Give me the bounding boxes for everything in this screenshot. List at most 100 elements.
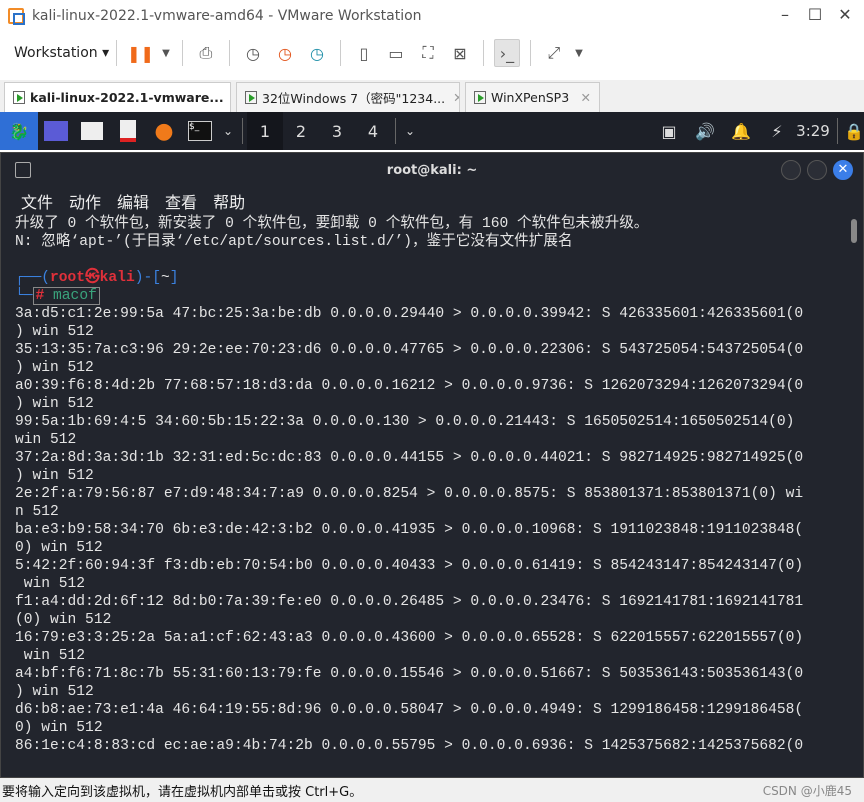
fullscreen-icon[interactable]: ⛶ [415, 39, 441, 67]
output-line: ) win 512 [15, 684, 94, 700]
terminal-window[interactable]: root@kali: ~ ✕ 文件 动作 编辑 查看 帮助 升级了 0 个软件包… [0, 152, 864, 778]
output-line: ) win 512 [15, 468, 94, 484]
command-text: macof [53, 288, 97, 304]
workspace-2[interactable]: 2 [283, 112, 319, 150]
close-button[interactable]: ✕ [830, 5, 860, 24]
output-line: a4:bf:f6:71:8c:7b 55:31:60:13:79:fe 0.0.… [15, 666, 804, 682]
minimize-button[interactable]: – [770, 5, 800, 24]
divider [529, 40, 531, 66]
menu-edit[interactable]: 编辑 [117, 189, 149, 213]
network-icon[interactable]: ▣ [651, 112, 687, 150]
chevron-down-icon[interactable]: ⌄ [400, 112, 420, 150]
divider [116, 40, 118, 66]
prompt-dir: ~ [160, 270, 170, 286]
output-line: d6:b8:ae:73:e1:4a 46:64:19:55:8d:96 0.0.… [15, 702, 804, 718]
terminal-menubar: 文件 动作 编辑 查看 帮助 [1, 187, 863, 215]
stretch-icon[interactable]: ⤢ [541, 39, 567, 67]
prompt-at: ㉿ [85, 270, 100, 286]
console-view-icon[interactable]: ›_ [493, 39, 520, 67]
prompt-line: ┌──(root㉿kali)-[~] [15, 270, 179, 286]
power-icon[interactable]: ⚡ [759, 112, 795, 150]
volume-icon[interactable]: 🔊 [687, 112, 723, 150]
close-terminal-button[interactable]: ✕ [833, 160, 853, 180]
output-line: 99:5a:1b:69:4:5 34:60:5b:15:22:3a 0.0.0.… [15, 414, 795, 430]
file-manager-icon[interactable] [74, 112, 110, 150]
terminal-scrollbar[interactable] [851, 219, 857, 243]
pause-icon[interactable]: ❚❚ [127, 39, 154, 67]
terminal-header: root@kali: ~ ✕ [1, 153, 863, 187]
close-tab-icon[interactable]: ✕ [453, 90, 459, 105]
menu-actions[interactable]: 动作 [69, 189, 101, 213]
output-line: 37:2a:8d:3a:3d:1b 32:31:ed:5c:dc:83 0.0.… [15, 450, 804, 466]
workspace-3[interactable]: 3 [319, 112, 355, 150]
maximize-terminal-button[interactable] [807, 160, 827, 180]
workstation-menu[interactable]: Workstation ▾ [14, 45, 109, 61]
output-line: ) win 512 [15, 324, 94, 340]
divider [181, 40, 183, 66]
snapshot-icon[interactable]: ◷ [240, 39, 266, 67]
library-view-icon[interactable]: ▯ [351, 39, 377, 67]
unity-icon[interactable]: ⊠ [447, 39, 473, 67]
watermark: CSDN @小鹿45 [762, 784, 852, 798]
vmware-logo-icon [8, 8, 25, 25]
tab-label: 32位Windows 7（密码"1234... [262, 91, 446, 106]
workspace-1[interactable]: 1 [247, 112, 283, 150]
maximize-button[interactable]: ☐ [800, 5, 830, 24]
output-line: 86:1e:c4:8:83:cd ec:ae:a9:4b:74:2b 0.0.0… [15, 738, 804, 754]
tab-label: kali-linux-2022.1-vmware... [30, 90, 224, 105]
minimize-terminal-button[interactable] [781, 160, 801, 180]
workspace-4[interactable]: 4 [355, 112, 391, 150]
output-line: 升级了 0 个软件包，新安装了 0 个软件包，要卸载 0 个软件包，有 160 … [15, 216, 649, 232]
tab-windows7[interactable]: 32位Windows 7（密码"1234... ✕ [236, 82, 460, 112]
output-line: ) win 512 [15, 360, 94, 376]
menu-view[interactable]: 查看 [165, 189, 197, 213]
show-desktop-icon[interactable] [38, 112, 74, 150]
clock: 3:29 [796, 122, 830, 140]
tab-kali[interactable]: kali-linux-2022.1-vmware...✕ [4, 82, 231, 112]
snapshot-manager-icon[interactable]: ◷ [304, 39, 330, 67]
lock-icon[interactable]: 🔒 [844, 112, 864, 150]
notification-bell-icon[interactable]: 🔔 [723, 112, 759, 150]
revert-snapshot-icon[interactable]: ◷ [272, 39, 298, 67]
vm-running-icon [245, 91, 257, 104]
menu-help[interactable]: 帮助 [213, 189, 245, 213]
output-line: 0) win 512 [15, 540, 103, 556]
tab-winxp[interactable]: WinXPenSP3 ✕ [465, 82, 600, 112]
output-line: win 512 [15, 576, 86, 592]
send-keys-icon[interactable]: ⎙ [193, 39, 219, 67]
terminal-output[interactable]: 升级了 0 个软件包，新安装了 0 个软件包，要卸载 0 个软件包，有 160 … [1, 215, 845, 755]
thumbnail-view-icon[interactable]: ▭ [383, 39, 409, 67]
output-line: win 512 [15, 432, 77, 448]
output-line: f1:a4:dd:2d:6f:12 8d:b0:7a:39:fe:e0 0.0.… [15, 594, 804, 610]
close-tab-icon[interactable]: ✕ [581, 90, 591, 105]
chevron-down-icon[interactable]: ▼ [160, 39, 172, 67]
chevron-down-icon[interactable]: ⌄ [218, 112, 238, 150]
vm-tabs: kali-linux-2022.1-vmware...✕ 32位Windows … [0, 80, 864, 112]
terminal-title: root@kali: ~ [386, 162, 478, 178]
chevron-down-icon[interactable]: ▼ [573, 39, 585, 67]
workstation-label: Workstation [14, 45, 98, 61]
window-title: kali-linux-2022.1-vmware-amd64 - VMware … [32, 8, 422, 24]
output-line: N: 忽略‘apt-’(于目录‘/etc/apt/sources.list.d/… [15, 234, 573, 250]
kali-menu-icon[interactable]: 🐉 [0, 112, 38, 150]
output-line: n 512 [15, 504, 59, 520]
prompt-hash: # [35, 288, 45, 304]
output-line: 2e:2f:a:79:56:87 e7:d9:48:34:7:a9 0.0.0.… [15, 486, 804, 502]
toolbar: Workstation ▾ ❚❚ ▼ ⎙ ◷ ◷ ◷ ▯ ▭ ⛶ ⊠ ›_ ⤢ … [0, 34, 864, 72]
divider [228, 40, 230, 66]
menu-file[interactable]: 文件 [21, 189, 53, 213]
divider [837, 118, 838, 144]
command-line: └─ # macof [15, 287, 845, 305]
output-line: win 512 [15, 648, 86, 664]
firefox-icon[interactable]: ● [146, 112, 182, 150]
divider [242, 118, 243, 144]
output-line: ba:e3:b9:58:34:70 6b:e3:de:42:3:b2 0.0.0… [15, 522, 804, 538]
prompt-user: root [50, 270, 86, 286]
output-line: 0) win 512 [15, 720, 103, 736]
terminal-app-icon [15, 162, 31, 178]
prompt-host: kali [99, 270, 135, 286]
text-editor-icon[interactable] [110, 112, 146, 150]
window-titlebar: kali-linux-2022.1-vmware-amd64 - VMware … [0, 0, 864, 32]
terminal-icon[interactable]: $_ [182, 112, 218, 150]
